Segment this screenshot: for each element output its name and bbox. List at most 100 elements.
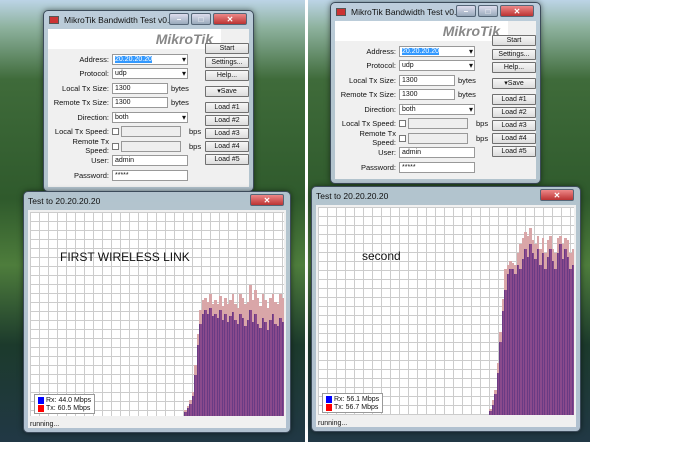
annotation-text: FIRST WIRELESS LINK xyxy=(60,250,190,264)
bytes-unit: bytes xyxy=(171,98,189,107)
address-value: 20.20.20.20 xyxy=(115,55,152,63)
local-tx-size-input[interactable]: 1300 xyxy=(112,82,168,94)
close-button[interactable]: ✕ xyxy=(250,194,284,206)
tx-rate: Tx: 56.7 Mbps xyxy=(334,403,379,411)
local-tx-speed-checkbox[interactable] xyxy=(112,128,119,135)
load4-button[interactable]: Load #4 xyxy=(205,141,249,152)
tx-swatch xyxy=(38,404,44,412)
load5-button[interactable]: Load #5 xyxy=(492,146,536,157)
protocol-label: Protocol: xyxy=(366,61,396,70)
help-button[interactable]: Help... xyxy=(205,70,249,81)
close-button[interactable]: ✕ xyxy=(213,13,247,25)
window-title: MikroTik Bandwidth Test v0.1 xyxy=(351,7,462,17)
load1-button[interactable]: Load #1 xyxy=(492,94,536,105)
direction-select[interactable]: both xyxy=(112,111,188,123)
test-graph-window: Test to 20.20.20.20 ✕ second Rx: 56.1 Mbp… xyxy=(311,186,581,432)
password-label: Password: xyxy=(73,170,109,180)
local-tx-size-label: Local Tx Size: xyxy=(62,83,109,93)
load4-button[interactable]: Load #4 xyxy=(492,133,536,144)
address-value: 20.20.20.20 xyxy=(402,47,439,55)
close-button[interactable]: ✕ xyxy=(500,5,534,17)
app-icon xyxy=(49,16,59,24)
bps-unit: bps xyxy=(476,133,489,143)
user-input[interactable]: admin xyxy=(112,155,188,166)
remote-tx-speed-checkbox[interactable] xyxy=(399,134,406,142)
remote-tx-speed-label: Remote Tx Speed: xyxy=(72,137,109,155)
protocol-value: udp xyxy=(402,62,414,69)
local-tx-speed-input[interactable] xyxy=(121,126,181,137)
bps-unit: bps xyxy=(189,141,202,151)
test-window-title: Test to 20.20.20.20 xyxy=(316,191,389,201)
load2-button[interactable]: Load #2 xyxy=(492,107,536,118)
local-tx-size-label: Local Tx Size: xyxy=(349,75,396,85)
mikrotik-logo: MikroTik xyxy=(335,21,508,41)
test-window-title: Test to 20.20.20.20 xyxy=(28,196,101,206)
window-title: MikroTik Bandwidth Test v0.1 xyxy=(64,15,175,25)
load5-button[interactable]: Load #5 xyxy=(205,154,249,165)
local-tx-size-input[interactable]: 1300 xyxy=(399,74,455,86)
address-select[interactable]: 20.20.20.20 xyxy=(399,45,475,57)
password-input[interactable]: ***** xyxy=(399,161,475,173)
address-label: Address: xyxy=(366,46,396,56)
protocol-select[interactable]: udp xyxy=(399,60,475,71)
rx-swatch xyxy=(326,395,332,403)
help-button[interactable]: Help... xyxy=(492,62,536,73)
maximize-button[interactable]: □ xyxy=(191,13,211,25)
test-graph-window: Test to 20.20.20.20 ✕ FIRST WIRELESS LINK… xyxy=(23,191,291,433)
local-tx-speed-label: Local Tx Speed: xyxy=(341,119,396,128)
direction-value: both xyxy=(115,113,129,121)
tx-swatch xyxy=(326,403,332,411)
rx-rate: Rx: 44.0 Mbps xyxy=(46,396,92,404)
local-tx-speed-input[interactable] xyxy=(408,118,468,129)
local-tx-speed-label: Local Tx Speed: xyxy=(54,127,109,136)
remote-tx-speed-checkbox[interactable] xyxy=(112,142,119,150)
bps-unit: bps xyxy=(476,119,489,128)
load3-button[interactable]: Load #3 xyxy=(205,128,249,139)
protocol-value: udp xyxy=(115,70,127,77)
bytes-unit: bytes xyxy=(458,75,476,85)
protocol-label: Protocol: xyxy=(79,69,109,78)
password-input[interactable]: ***** xyxy=(112,169,188,181)
remote-tx-size-label: Remote Tx Size: xyxy=(53,98,109,107)
protocol-select[interactable]: udp xyxy=(112,68,188,79)
user-label: User: xyxy=(91,156,109,165)
app-icon xyxy=(336,8,346,16)
rx-bar xyxy=(281,322,284,416)
bandwidth-graph: second Rx: 56.1 Mbps Tx: 56.7 Mbps xyxy=(318,207,574,415)
legend: Rx: 44.0 Mbps Tx: 60.5 Mbps xyxy=(34,394,96,414)
maximize-button[interactable]: □ xyxy=(478,5,498,17)
bandwidth-test-window: MikroTik Bandwidth Test v0.1– □ ✕ MikroTik… xyxy=(43,10,254,192)
remote-tx-speed-input[interactable] xyxy=(121,140,181,152)
user-input[interactable]: admin xyxy=(399,147,475,158)
load1-button[interactable]: Load #1 xyxy=(205,102,249,113)
direction-label: Direction: xyxy=(364,104,396,114)
bytes-unit: bytes xyxy=(171,83,189,93)
remote-tx-size-input[interactable]: 1300 xyxy=(399,89,455,100)
direction-value: both xyxy=(402,105,416,113)
settings-button[interactable]: Settings... xyxy=(492,49,536,60)
minimize-button[interactable]: – xyxy=(169,13,189,25)
remote-tx-size-label: Remote Tx Size: xyxy=(340,90,396,99)
bytes-unit: bytes xyxy=(458,90,476,99)
remote-tx-speed-input[interactable] xyxy=(408,132,468,144)
direction-select[interactable]: both xyxy=(399,103,475,115)
load3-button[interactable]: Load #3 xyxy=(492,120,536,131)
rx-swatch xyxy=(38,396,44,404)
local-tx-speed-checkbox[interactable] xyxy=(399,120,406,127)
close-button[interactable]: ✕ xyxy=(540,189,574,201)
annotation-text: second xyxy=(362,249,401,263)
start-button[interactable]: Start xyxy=(205,43,249,54)
save-button[interactable]: ▾Save xyxy=(492,78,536,89)
bps-unit: bps xyxy=(189,127,202,136)
bandwidth-graph: FIRST WIRELESS LINK Rx: 44.0 Mbps Tx: 60… xyxy=(30,212,284,416)
start-button[interactable]: Start xyxy=(492,35,536,46)
user-label: User: xyxy=(378,148,396,157)
remote-tx-size-input[interactable]: 1300 xyxy=(112,97,168,108)
address-select[interactable]: 20.20.20.20 xyxy=(112,53,188,65)
settings-button[interactable]: Settings... xyxy=(205,57,249,68)
save-button[interactable]: ▾Save xyxy=(205,86,249,97)
minimize-button[interactable]: – xyxy=(456,5,476,17)
graph-bar xyxy=(281,212,284,416)
load2-button[interactable]: Load #2 xyxy=(205,115,249,126)
bandwidth-test-window: MikroTik Bandwidth Test v0.1– □ ✕ MikroTik… xyxy=(330,2,541,184)
